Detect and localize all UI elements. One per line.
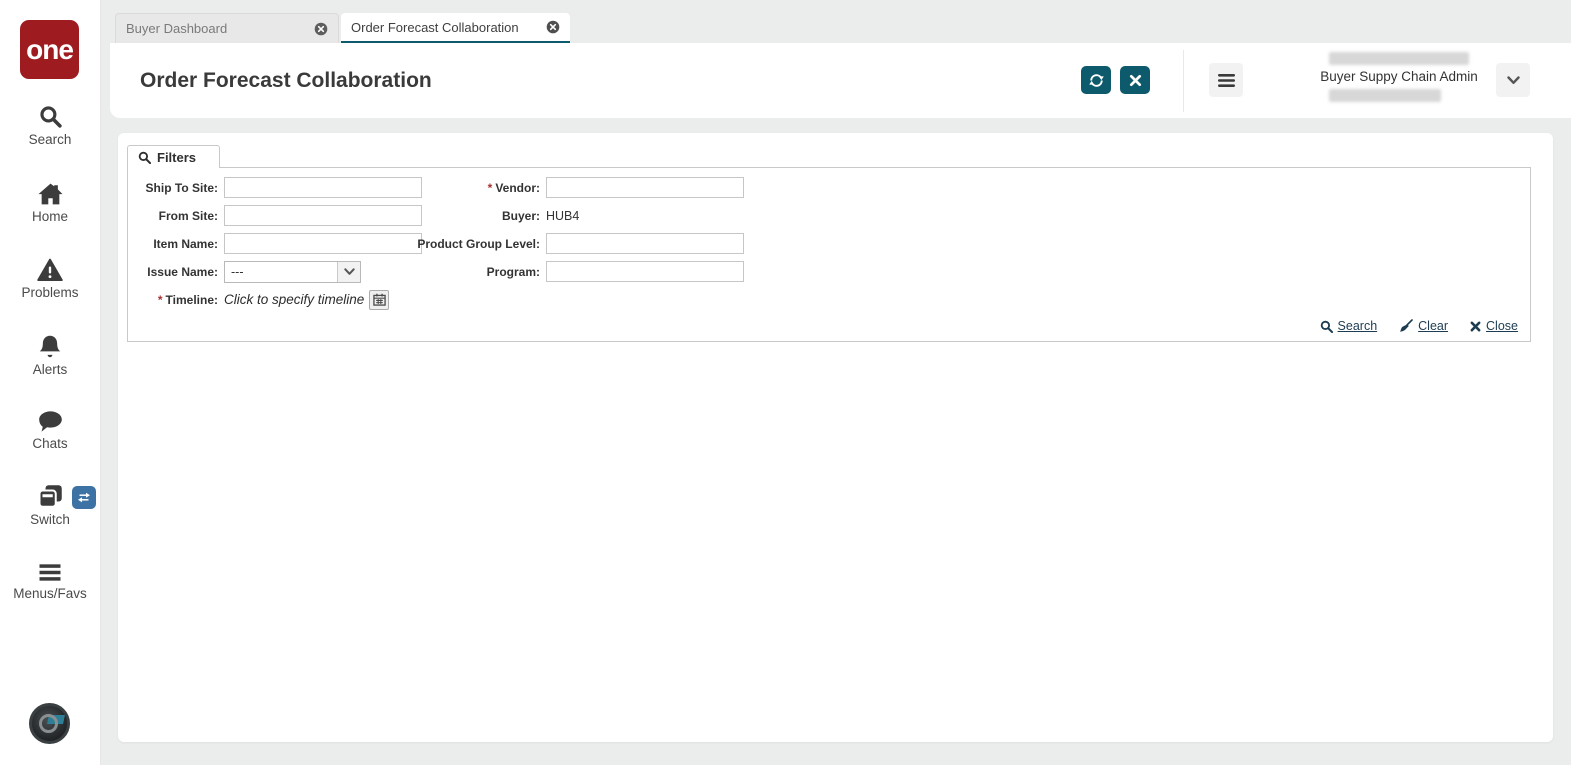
close-page-button[interactable] (1120, 66, 1150, 94)
filters-tab-label: Filters (157, 149, 197, 165)
menu-bars-icon (39, 564, 61, 581)
issue-name-select[interactable]: --- (224, 260, 361, 283)
filter-row-product-group-level: Product Group Level: (417, 233, 744, 254)
sidebar-item-home[interactable]: Home (0, 182, 100, 224)
field-label: * Timeline: (157, 292, 218, 307)
search-icon (138, 151, 151, 164)
filters-right-column: * Vendor: Buyer: HUB4 Product Group Level… (417, 177, 744, 289)
select-value: --- (231, 264, 244, 279)
required-marker: * (487, 180, 493, 195)
chevron-down-icon (343, 267, 355, 275)
filters-tab[interactable]: Filters (127, 145, 220, 168)
tab-order-forecast-collaboration[interactable]: Order Forecast Collaboration (341, 13, 570, 44)
close-icon (1129, 74, 1141, 86)
user-menu-button[interactable] (1496, 63, 1530, 97)
filters-actions: Search Clear Close (1320, 319, 1518, 333)
select-chevron-button[interactable] (337, 261, 360, 282)
sidebar-item-label: Problems (21, 285, 79, 300)
hamburger-icon (1217, 73, 1235, 87)
timeline-calendar-button[interactable] (369, 289, 390, 310)
close-tab-icon[interactable] (314, 22, 328, 36)
filter-row-buyer: Buyer: HUB4 (418, 205, 744, 226)
filter-row-from-site: From Site: (138, 205, 422, 226)
filter-row-ship-to-site: Ship To Site: (138, 177, 422, 198)
warning-icon (37, 258, 63, 281)
header-divider (1183, 50, 1184, 112)
field-label: Item Name: (153, 236, 218, 251)
redacted-user-org (1329, 89, 1441, 102)
refresh-button[interactable] (1081, 66, 1111, 94)
page-header: Order Forecast Collaboration Buyer Suppy… (110, 43, 1571, 118)
user-role-label: Buyer Suppy Chain Admin (1320, 69, 1478, 84)
field-label: Ship To Site: (145, 180, 218, 195)
filters-close-link[interactable]: Close (1470, 319, 1518, 333)
tab-label: Buyer Dashboard (126, 21, 228, 36)
search-icon (1320, 320, 1333, 333)
sidebar-item-label: Menus/Favs (13, 586, 87, 601)
sidebar-item-label: Home (31, 209, 68, 224)
switch-version-badge[interactable] (72, 486, 96, 509)
filters-left-column: Ship To Site: From Site: Item Name: Issu… (138, 177, 422, 317)
vendor-input[interactable] (546, 177, 744, 198)
logo-text: one (26, 33, 74, 65)
sidebar-item-label: Chats (32, 436, 68, 451)
sidebar-item-problems[interactable]: Problems (0, 258, 100, 300)
item-name-input[interactable] (224, 233, 422, 254)
broom-icon (1400, 319, 1413, 332)
field-label: Program: (486, 264, 540, 279)
app-root: one Search Home Problems Alerts Chats Sw… (0, 0, 1571, 765)
chat-bubble-icon (38, 411, 62, 432)
sidebar-item-search[interactable]: Search (0, 104, 100, 147)
filter-row-issue-name: Issue Name: --- (138, 260, 422, 283)
timeline-placeholder[interactable]: Click to specify timeline (224, 292, 364, 307)
sidebar-item-alerts[interactable]: Alerts (0, 334, 100, 377)
redacted-user-name (1329, 52, 1469, 65)
product-group-level-input[interactable] (546, 233, 744, 254)
one-logo[interactable]: one (20, 20, 79, 79)
field-label: Product Group Level: (417, 236, 540, 251)
refresh-icon (1088, 73, 1104, 87)
close-icon (1470, 321, 1481, 331)
field-label: Issue Name: (147, 264, 218, 279)
filters-search-link[interactable]: Search (1320, 319, 1377, 333)
tab-label: Order Forecast Collaboration (351, 19, 519, 35)
sidebar-item-menus-favs[interactable]: Menus/Favs (0, 562, 100, 601)
field-label: From Site: (158, 208, 218, 223)
ship-to-site-input[interactable] (224, 177, 422, 198)
program-input[interactable] (546, 261, 744, 282)
sidebar: one Search Home Problems Alerts Chats Sw… (0, 0, 101, 765)
search-icon (39, 106, 62, 128)
filter-row-program: Program: (418, 261, 744, 282)
filter-row-timeline: * Timeline: Click to specify timeline (138, 289, 422, 310)
sidebar-item-label: Search (28, 132, 72, 147)
menu-button[interactable] (1209, 63, 1243, 97)
from-site-input[interactable] (224, 205, 422, 226)
filters-clear-link[interactable]: Clear (1399, 319, 1448, 333)
filter-row-item-name: Item Name: (138, 233, 422, 254)
home-icon (37, 183, 63, 205)
close-tab-icon[interactable] (546, 20, 560, 34)
filter-row-vendor: * Vendor: (418, 177, 744, 198)
tab-buyer-dashboard[interactable]: Buyer Dashboard (115, 13, 339, 44)
tab-bar: Buyer Dashboard Order Forecast Collabora… (100, 0, 1571, 44)
buyer-value: HUB4 (546, 208, 580, 223)
switch-icon (38, 485, 62, 508)
chevron-down-icon (1506, 75, 1520, 84)
calendar-icon (373, 293, 386, 306)
content-card: Filters Ship To Site: From Site: Item Na… (118, 133, 1553, 742)
field-label: * Vendor: (487, 180, 540, 195)
swap-arrows-icon (78, 492, 90, 503)
sidebar-item-label: Switch (30, 512, 70, 527)
field-label: Buyer: (501, 208, 540, 223)
page-title: Order Forecast Collaboration (140, 68, 432, 92)
sidebar-item-label: Alerts (32, 362, 68, 377)
assistant-avatar[interactable] (29, 703, 70, 744)
sidebar-item-chats[interactable]: Chats (0, 410, 100, 451)
bell-icon (39, 335, 61, 358)
filters-panel: Ship To Site: From Site: Item Name: Issu… (127, 167, 1531, 342)
required-marker: * (157, 292, 163, 307)
